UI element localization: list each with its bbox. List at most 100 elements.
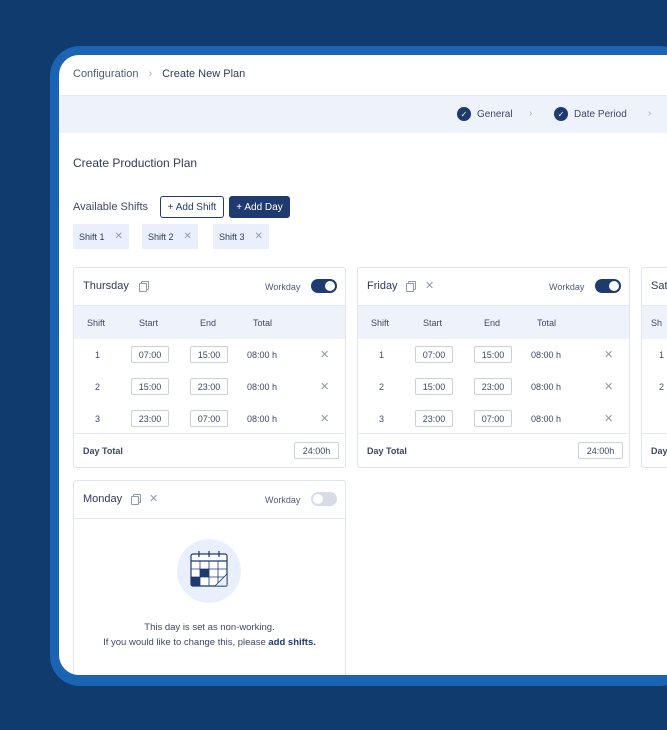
shift-table-header: Shift Start End Total: [358, 306, 629, 339]
table-row: 2 15:00 23:00 08:00 h ✕: [358, 371, 629, 403]
step-general[interactable]: ✓ General: [457, 107, 513, 121]
non-working-message: This day is set as non-working.: [144, 622, 275, 633]
workday-toggle[interactable]: [311, 492, 337, 506]
end-time-input[interactable]: 07:00: [190, 410, 228, 427]
copy-icon[interactable]: [406, 281, 416, 292]
shift-chip-label: Shift 1: [79, 231, 105, 242]
shift-chip[interactable]: Shift 3 ✕: [213, 224, 269, 249]
day-card-monday: Monday ✕ Workday This day is set as non-…: [73, 480, 346, 675]
day-name: Monday: [83, 493, 123, 505]
stepper: ✓ General › ✓ Date Period ›: [59, 95, 667, 133]
end-time-input[interactable]: 15:00: [190, 346, 228, 363]
chevron-right-icon: ›: [648, 108, 652, 119]
check-circle-icon: ✓: [554, 107, 568, 121]
close-icon[interactable]: ✕: [604, 380, 613, 393]
workday-toggle[interactable]: [595, 279, 621, 293]
start-time-input[interactable]: 23:00: [415, 410, 453, 427]
close-icon[interactable]: ✕: [255, 231, 263, 242]
close-icon[interactable]: ✕: [604, 348, 613, 361]
close-icon[interactable]: ✕: [425, 279, 434, 292]
day-card-thursday: Thursday Workday Shift Start End Total 1…: [73, 267, 346, 468]
close-icon[interactable]: ✕: [604, 412, 613, 425]
end-time-input[interactable]: 23:00: [190, 378, 228, 395]
day-name: Thursday: [83, 280, 129, 292]
start-time-input[interactable]: 07:00: [131, 346, 169, 363]
shift-chip[interactable]: Shift 1 ✕: [73, 224, 129, 249]
shift-total: 08:00 h: [247, 382, 278, 392]
workday-toggle[interactable]: [311, 279, 337, 293]
day-card-header: Sat: [642, 268, 667, 306]
shift-table-header: Shift Start End Total: [74, 306, 345, 339]
day-card-friday: Friday ✕ Workday Shift Start End Total 1…: [357, 267, 630, 468]
add-day-button[interactable]: + Add Day: [229, 196, 290, 218]
shift-number: 1: [95, 350, 101, 360]
shift-total: 08:00 h: [531, 382, 562, 392]
column-header-total: Total: [537, 318, 557, 328]
available-shifts-label: Available Shifts: [73, 201, 149, 213]
end-time-input[interactable]: 15:00: [474, 346, 512, 363]
day-card-saturday: Sat Sh 1 2 Day: [641, 267, 667, 468]
table-row: 1 07:00 15:00 08:00 h ✕: [358, 339, 629, 371]
shift-chip-label: Shift 3: [219, 231, 245, 242]
day-total-label: Day Total: [83, 446, 123, 456]
close-icon[interactable]: ✕: [320, 412, 329, 425]
start-time-input[interactable]: 23:00: [131, 410, 169, 427]
add-shift-button[interactable]: + Add Shift: [160, 196, 224, 218]
non-working-hint-text: If you would like to change this, please: [103, 637, 269, 648]
shift-chip[interactable]: Shift 2 ✕: [142, 224, 198, 249]
step-label: General: [477, 108, 513, 120]
day-total-value: 24:00h: [294, 442, 339, 459]
day-total-label: Day: [651, 446, 667, 456]
start-time-input[interactable]: 15:00: [131, 378, 169, 395]
day-total-footer: Day Total 24:00h: [74, 433, 345, 467]
workday-label: Workday: [549, 282, 585, 292]
shift-number: 2: [379, 382, 385, 392]
app-screen: Configuration › Create New Plan ✓ Genera…: [59, 55, 667, 675]
shift-total: 08:00 h: [247, 350, 278, 360]
table-row: 1: [642, 339, 667, 371]
step-date-period[interactable]: ✓ Date Period: [554, 107, 627, 121]
column-header-shift: Sh: [651, 318, 663, 328]
workday-label: Workday: [265, 282, 301, 292]
table-row: 3 23:00 07:00 08:00 h ✕: [358, 403, 629, 435]
shift-number: 1: [659, 350, 665, 360]
shift-chip-label: Shift 2: [148, 231, 174, 242]
shift-total: 08:00 h: [531, 350, 562, 360]
shift-number: 3: [379, 414, 385, 424]
column-header-start: Start: [139, 318, 159, 328]
copy-icon[interactable]: [139, 281, 149, 292]
shift-total: 08:00 h: [247, 414, 278, 424]
close-icon[interactable]: ✕: [320, 380, 329, 393]
column-header-end: End: [200, 318, 217, 328]
copy-icon[interactable]: [131, 494, 141, 505]
non-working-hint: If you would like to change this, please…: [74, 637, 345, 648]
day-card-header: Thursday Workday: [74, 268, 345, 306]
table-row: 2 15:00 23:00 08:00 h ✕: [74, 371, 345, 403]
close-icon[interactable]: ✕: [149, 492, 158, 505]
close-icon[interactable]: ✕: [320, 348, 329, 361]
check-circle-icon: ✓: [457, 107, 471, 121]
start-time-input[interactable]: 15:00: [415, 378, 453, 395]
shift-number: 3: [95, 414, 101, 424]
shift-total: 08:00 h: [531, 414, 562, 424]
add-shifts-link[interactable]: add shifts.: [268, 637, 316, 648]
start-time-input[interactable]: 07:00: [415, 346, 453, 363]
close-icon[interactable]: ✕: [184, 231, 192, 242]
close-icon[interactable]: ✕: [115, 231, 123, 242]
breadcrumb: Configuration › Create New Plan: [73, 68, 245, 80]
end-time-input[interactable]: 07:00: [474, 410, 512, 427]
chevron-right-icon: ›: [148, 68, 153, 80]
calendar-illustration-icon: [177, 539, 241, 603]
column-header-total: Total: [253, 318, 273, 328]
chevron-right-icon: ›: [529, 108, 533, 119]
column-header-start: Start: [423, 318, 443, 328]
day-card-header: Monday ✕ Workday: [74, 481, 345, 519]
end-time-input[interactable]: 23:00: [474, 378, 512, 395]
shift-number: 2: [659, 382, 665, 392]
day-total-footer: Day Total 24:00h: [358, 433, 629, 467]
day-name: Sat: [651, 280, 667, 292]
shift-number: 2: [95, 382, 101, 392]
breadcrumb-item-configuration[interactable]: Configuration: [73, 68, 138, 80]
day-card-header: Friday ✕ Workday: [358, 268, 629, 306]
day-total-label: Day Total: [367, 446, 407, 456]
